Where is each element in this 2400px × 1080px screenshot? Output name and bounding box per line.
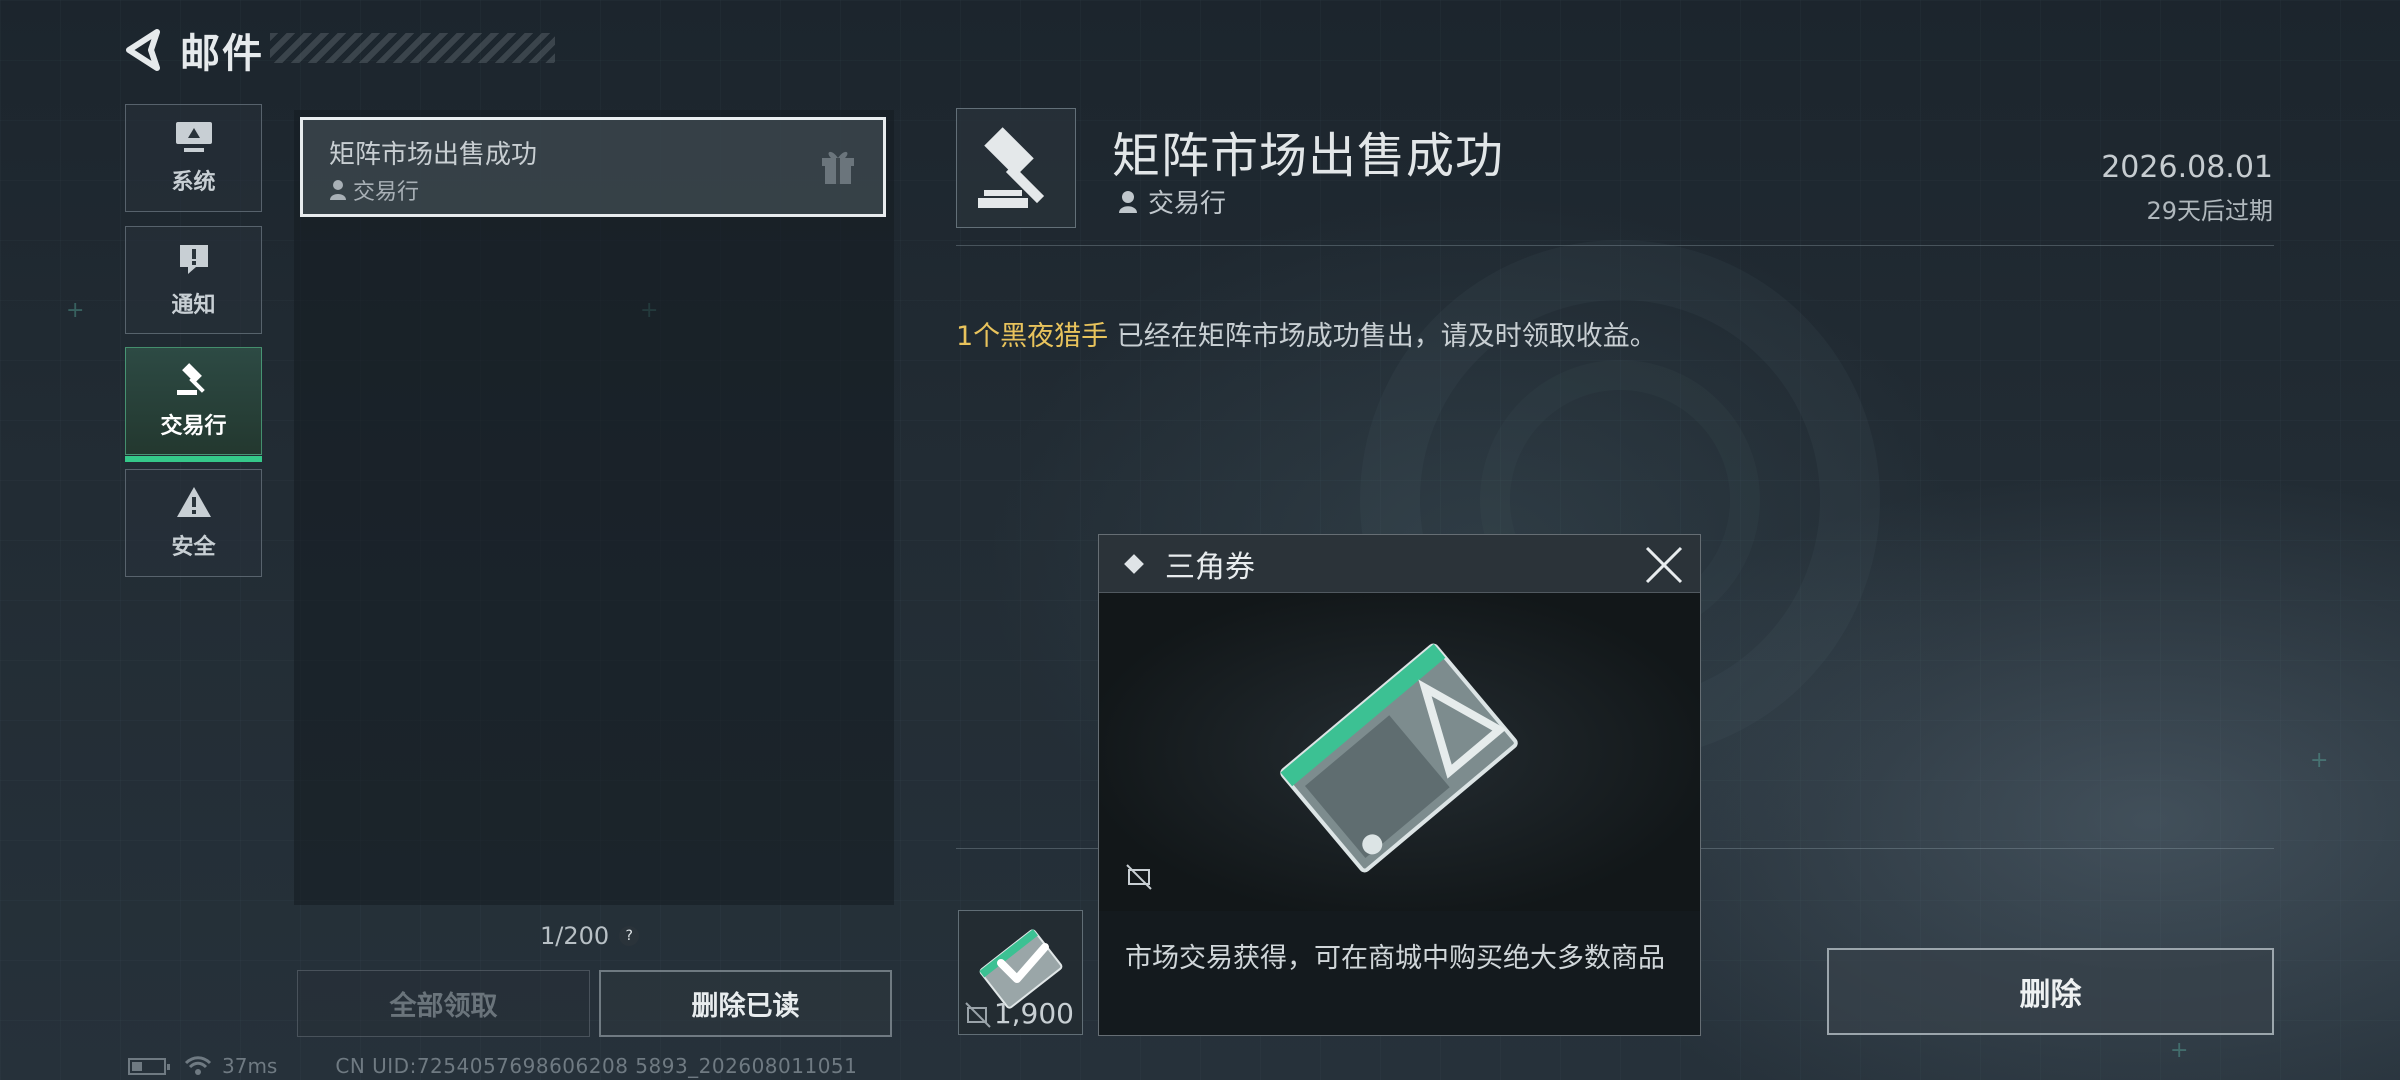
ping-text: 37ms [222, 1054, 278, 1078]
header-stripes [270, 33, 555, 63]
tab-trade[interactable]: 交易行 [125, 347, 262, 462]
delete-button[interactable]: 删除 [1827, 948, 2274, 1035]
tab-trade-label: 交易行 [160, 414, 227, 439]
user-icon [1119, 190, 1137, 213]
popup-item-image [1099, 593, 1700, 911]
mail-list-item[interactable]: 矩阵市场出售成功 交易行 [300, 117, 886, 217]
gavel-icon [978, 127, 1045, 208]
mail-sender-label: 交易行 [1148, 189, 1227, 219]
mail-body-item: 1个黑夜猎手 [956, 321, 1109, 352]
claim-all-button[interactable]: 全部领取 [297, 970, 590, 1037]
popup-title: 三角券 [1165, 549, 1255, 585]
mail-title: 矩阵市场出售成功 [1112, 128, 1505, 184]
tab-notice[interactable]: 通知 [125, 226, 262, 334]
decor-cross: + [2170, 1038, 2189, 1063]
tab-security[interactable]: 安全 [125, 469, 262, 577]
mail-body-text: 已经在矩阵市场成功售出，请及时领取收益。 [1108, 321, 1657, 352]
page-count-text: 1/200 [540, 922, 610, 950]
tab-system-label: 系统 [171, 170, 216, 195]
monitor-icon [175, 122, 212, 152]
battery-icon [128, 1057, 170, 1075]
tab-security-label: 安全 [171, 535, 216, 560]
decor-cross: + [66, 298, 85, 323]
decor-cross: + [2310, 748, 2329, 773]
attachment-item[interactable]: 1,900 [958, 910, 1083, 1035]
page-header: 邮件 [120, 22, 264, 78]
gift-icon [819, 146, 857, 190]
exclamation-icon [179, 245, 208, 274]
back-arrow-icon[interactable] [120, 27, 166, 73]
mail-item-sender: 交易行 [329, 174, 419, 206]
diamond-icon [1124, 553, 1144, 574]
no-share-icon [1126, 864, 1152, 890]
page-counter: 1/200 ? [540, 922, 640, 950]
wifi-icon [184, 1056, 212, 1075]
attachment-quantity: 1,900 [993, 997, 1074, 1030]
item-tooltip-popup: 三角券 市场交易获得，可在商城中购买绝大多数商品 [1098, 534, 1701, 1036]
divider [956, 245, 2274, 246]
mail-type-icon-box [956, 108, 1076, 228]
popup-header: 三角券 [1099, 535, 1700, 593]
mail-body: 1个黑夜猎手 已经在矩阵市场成功售出，请及时领取收益。 [956, 314, 1657, 353]
triangle-ticket-icon [1280, 643, 1518, 873]
status-bar: 37ms CN UID:7254057698606208 5893_202608… [128, 1054, 857, 1078]
close-icon[interactable] [1644, 545, 1684, 585]
mail-item-title: 矩阵市场出售成功 [329, 140, 538, 170]
uid-text: CN UID:7254057698606208 5893_20260801105… [335, 1054, 858, 1078]
user-icon [330, 180, 346, 200]
gavel-icon [176, 363, 205, 395]
page-title: 邮件 [180, 31, 264, 77]
mail-date: 2026.08.01 [2101, 150, 2273, 185]
tab-system[interactable]: 系统 [125, 104, 262, 212]
mail-list-panel [294, 110, 894, 905]
help-icon[interactable]: ? [619, 926, 640, 946]
no-trade-icon [965, 1002, 991, 1028]
popup-description: 市场交易获得，可在商城中购买绝大多数商品 [1125, 943, 1665, 974]
warning-icon [176, 487, 211, 517]
tab-notice-label: 通知 [171, 293, 216, 318]
mail-sender: 交易行 [1118, 183, 1226, 220]
mail-expire: 29天后过期 [2146, 197, 2273, 225]
delete-read-button[interactable]: 删除已读 [599, 970, 892, 1037]
mail-item-sender-label: 交易行 [353, 180, 420, 205]
